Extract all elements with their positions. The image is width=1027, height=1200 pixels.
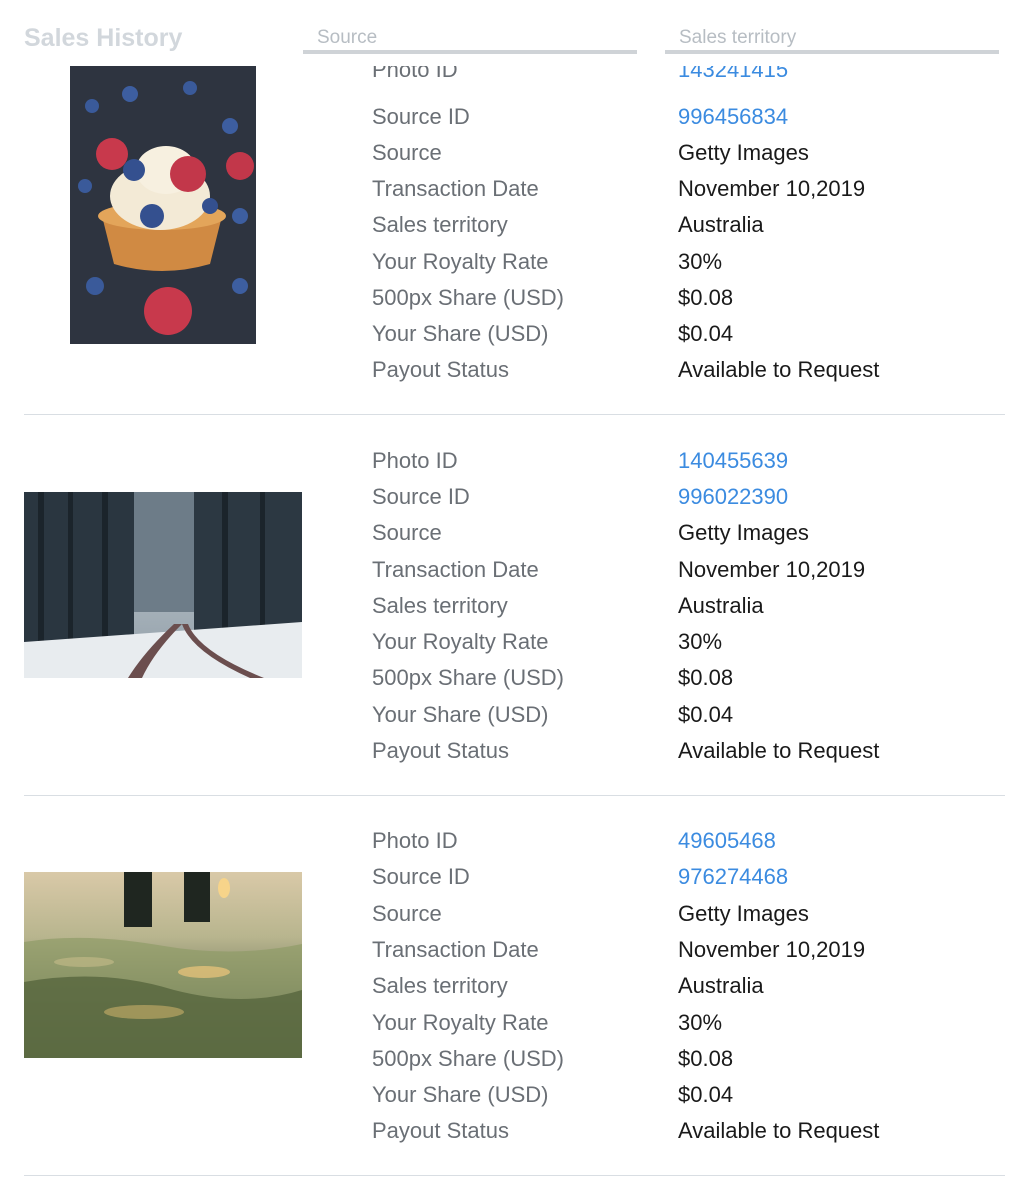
your-share-label: Your Share (USD) [372, 702, 549, 727]
payout-status-value: Available to Request [678, 738, 880, 763]
royalty-rate-label: Your Royalty Rate [372, 249, 549, 274]
royalty-rate-value: 30% [678, 629, 723, 654]
transaction-date-value: November 10,2019 [678, 176, 866, 201]
sale-photo-thumbnail[interactable] [24, 872, 302, 1058]
sales-territory-filter-input[interactable]: Sales territory [665, 24, 999, 54]
500px-share-label: 500px Share (USD) [372, 1046, 564, 1071]
transaction-date-value: November 10,2019 [678, 557, 866, 582]
payout-status-label: Payout Status [372, 738, 509, 763]
page-title: Sales History [24, 24, 183, 52]
transaction-date-value: November 10,2019 [678, 937, 866, 962]
payout-status-label: Payout Status [372, 1118, 509, 1143]
your-share-label: Your Share (USD) [372, 1082, 549, 1107]
source-id-link[interactable]: 976274468 [678, 864, 788, 890]
sales-territory-label: Sales territory [372, 593, 508, 618]
payout-status-label: Payout Status [372, 357, 509, 382]
royalty-rate-value: 30% [678, 249, 723, 274]
source-label: Source [372, 520, 442, 545]
source-value: Getty Images [678, 140, 809, 165]
500px-share-value: $0.08 [678, 665, 734, 690]
source-label: Source [372, 140, 442, 165]
sales-territory-label: Sales territory [372, 973, 508, 998]
source-id-label: Source ID [372, 864, 470, 889]
photo-id-label: Photo ID [372, 448, 458, 473]
photo-id-label: Photo ID [372, 828, 458, 853]
your-share-value: $0.04 [678, 702, 734, 727]
royalty-rate-label: Your Royalty Rate [372, 1010, 549, 1035]
photo-id-link[interactable]: 143241415 [678, 66, 788, 90]
sales-territory-value: Australia [678, 973, 764, 998]
row-divider [24, 1175, 1005, 1176]
source-id-link[interactable]: 996022390 [678, 484, 788, 510]
source-id-label: Source ID [372, 484, 470, 509]
sales-territory-label: Sales territory [372, 212, 508, 237]
your-share-value: $0.04 [678, 1082, 734, 1107]
your-share-label: Your Share (USD) [372, 321, 549, 346]
sales-territory-value: Australia [678, 212, 764, 237]
source-filter-input[interactable]: Source [303, 24, 637, 54]
500px-share-value: $0.08 [678, 1046, 734, 1071]
photo-id-label: Photo ID [372, 66, 458, 82]
source-id-link[interactable]: 996456834 [678, 104, 788, 130]
row-divider [24, 414, 1005, 415]
payout-status-value: Available to Request [678, 1118, 880, 1143]
royalty-rate-label: Your Royalty Rate [372, 629, 549, 654]
sale-photo-thumbnail[interactable] [24, 492, 302, 678]
your-share-value: $0.04 [678, 321, 734, 346]
photo-id-link[interactable]: 49605468 [678, 828, 776, 854]
500px-share-label: 500px Share (USD) [372, 285, 564, 310]
royalty-rate-value: 30% [678, 1010, 723, 1035]
500px-share-value: $0.08 [678, 285, 734, 310]
transaction-date-label: Transaction Date [372, 557, 539, 582]
photo-id-link[interactable]: 140455639 [678, 448, 788, 474]
page-header: Sales History Source Sales territory [0, 0, 1027, 66]
source-value: Getty Images [678, 901, 809, 926]
sale-photo-thumbnail[interactable] [70, 66, 256, 344]
row-divider [24, 795, 1005, 796]
500px-share-label: 500px Share (USD) [372, 665, 564, 690]
source-value: Getty Images [678, 520, 809, 545]
source-label: Source [372, 901, 442, 926]
source-id-label: Source ID [372, 104, 470, 129]
payout-status-value: Available to Request [678, 357, 880, 382]
transaction-date-label: Transaction Date [372, 176, 539, 201]
sales-territory-value: Australia [678, 593, 764, 618]
transaction-date-label: Transaction Date [372, 937, 539, 962]
